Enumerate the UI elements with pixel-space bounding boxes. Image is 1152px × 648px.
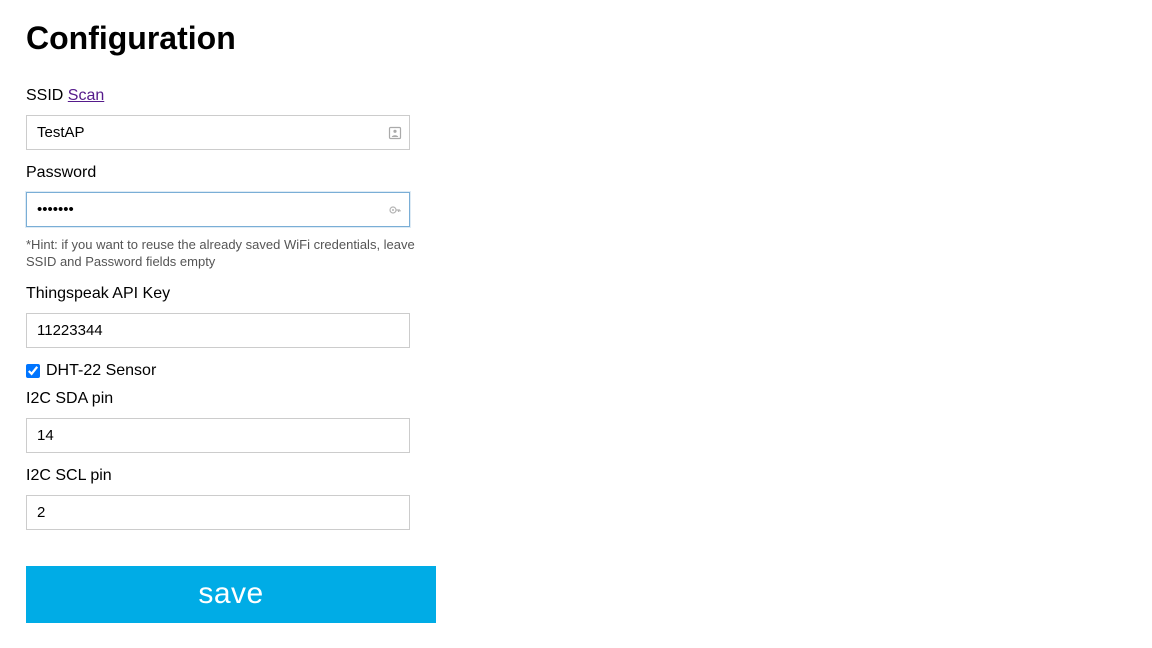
credentials-hint: *Hint: if you want to reuse the already …: [26, 237, 426, 271]
ssid-input[interactable]: [26, 115, 410, 150]
scl-label: I2C SCL pin: [26, 467, 436, 485]
key-icon: [388, 203, 402, 217]
save-button[interactable]: save: [26, 566, 436, 623]
password-input[interactable]: [26, 192, 410, 227]
sda-label: I2C SDA pin: [26, 390, 436, 408]
scl-input[interactable]: [26, 495, 410, 530]
page-title: Configuration: [26, 20, 436, 57]
dht22-label: DHT-22 Sensor: [46, 362, 156, 380]
contact-card-icon: [388, 126, 402, 140]
scan-link[interactable]: Scan: [68, 87, 104, 104]
ssid-label-row: SSID Scan: [26, 87, 436, 105]
ssid-label: SSID: [26, 87, 63, 104]
sda-input[interactable]: [26, 418, 410, 453]
password-label: Password: [26, 164, 436, 182]
apikey-input[interactable]: [26, 313, 410, 348]
dht22-checkbox[interactable]: [26, 364, 40, 378]
apikey-label: Thingspeak API Key: [26, 285, 436, 303]
